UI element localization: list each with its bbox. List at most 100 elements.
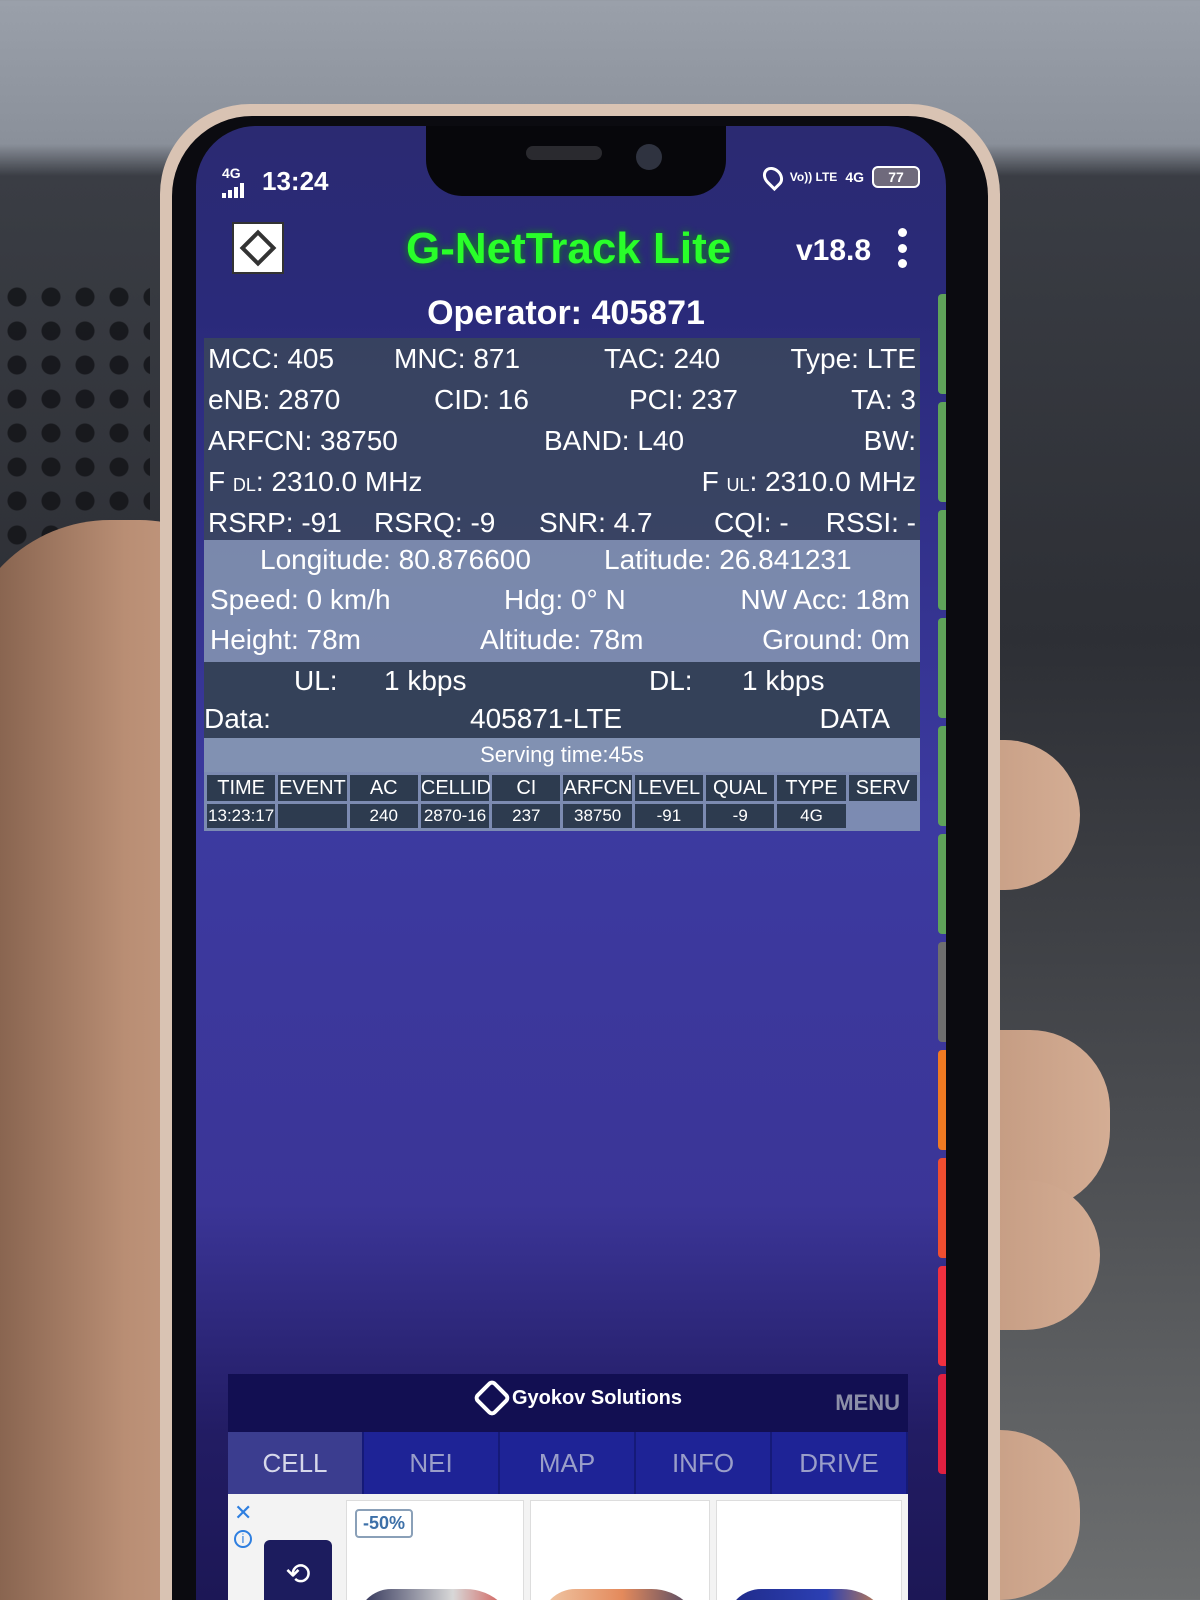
table-cell: -9	[706, 804, 775, 828]
tac: TAC: 240	[604, 343, 721, 374]
table-header-cell: SERV	[848, 775, 917, 801]
signal-meter-segment	[938, 618, 946, 718]
table-cell: -91	[634, 804, 704, 828]
table-header-cell: CI	[492, 775, 561, 801]
table-cell: 13:23:17	[207, 804, 276, 828]
cell-info-panel: MCC: 405 MNC: 871 TAC: 240 Type: LTE eNB…	[204, 338, 920, 540]
menu-button[interactable]: MENU	[835, 1390, 900, 1416]
table-cell	[849, 804, 917, 828]
pci: PCI: 237	[629, 384, 738, 415]
height: Height: 78m	[210, 624, 361, 655]
ad-product-card[interactable]: -50%	[346, 1500, 524, 1600]
signal-meter-segment	[938, 510, 946, 610]
table-header-cell: EVENT	[278, 775, 347, 801]
ad-product-card[interactable]	[530, 1500, 710, 1600]
ground: Ground: 0m	[762, 624, 910, 655]
signal-meter-segment	[938, 294, 946, 394]
cqi: CQI: -	[714, 507, 789, 538]
heading: Hdg: 0° N	[504, 584, 626, 615]
app-version: v18.8	[796, 234, 872, 267]
phone: 4G 13:24 Vo)) LTE 4G 77 G-NetTrack Lite …	[160, 104, 1000, 1600]
cell-type: Type: LTE	[790, 343, 916, 374]
enb: eNB: 2870	[208, 384, 341, 415]
uplink-value: 1 kbps	[384, 665, 467, 696]
longitude: Longitude: 80.876600	[260, 544, 531, 575]
frequency-downlink: F DL: 2310.0 MHz	[208, 466, 423, 497]
tab-map[interactable]: MAP	[500, 1432, 636, 1494]
table-cell: 38750	[563, 804, 632, 828]
table-row: 13:23:17 240 2870-16 237 38750 -91 -9 4G	[207, 804, 917, 828]
network-type: 4G	[222, 165, 241, 181]
latitude: Latitude: 26.841231	[604, 544, 852, 575]
signal-level-meter	[938, 294, 946, 1474]
signal-meter-segment	[938, 834, 946, 934]
uplink-label: UL:	[294, 665, 338, 696]
kebab-menu-icon[interactable]	[896, 228, 908, 268]
battery-icon: 77	[872, 166, 920, 188]
ta: TA: 3	[851, 384, 916, 415]
tab-cell[interactable]: CELL	[228, 1432, 364, 1494]
app-header: G-NetTrack Lite v18.8	[196, 212, 946, 286]
table-cell: 240	[349, 804, 418, 828]
table-cell: 237	[492, 804, 561, 828]
tab-drive[interactable]: DRIVE	[772, 1432, 908, 1494]
signal-meter-segment	[938, 942, 946, 1042]
arfcn: ARFCN: 38750	[208, 425, 398, 456]
discount-badge: -50%	[355, 1509, 414, 1538]
shoe-image	[541, 1589, 703, 1600]
serving-time: Serving time:45s	[204, 738, 920, 772]
app-title: G-NetTrack Lite	[406, 224, 732, 273]
ad-close-icon[interactable]: ✕	[234, 1500, 252, 1526]
data-network: 405871-LTE	[470, 703, 623, 734]
rsrp: RSRP: -91	[208, 507, 342, 538]
puma-logo-icon: ⟲	[264, 1540, 332, 1600]
brand-bar: Gyokov Solutions MENU	[228, 1374, 908, 1432]
network-accuracy: NW Acc: 18m	[740, 584, 910, 615]
tab-bar: CELL NEI MAP INFO DRIVE	[228, 1432, 908, 1494]
mcc: MCC: 405	[208, 343, 335, 374]
gyokov-logo-icon	[472, 1378, 512, 1418]
speed: Speed: 0 km/h	[210, 584, 391, 615]
mobile-data-indicator: 4G	[845, 169, 864, 185]
data-state: DATA	[819, 703, 890, 734]
table-cell	[278, 804, 347, 828]
earpiece	[526, 146, 602, 160]
ad-product-card[interactable]	[716, 1500, 902, 1600]
data-label: Data:	[204, 703, 271, 734]
signal-meter-segment	[938, 726, 946, 826]
brand-name: Gyokov Solutions	[512, 1386, 683, 1409]
table-cell: 4G	[777, 804, 846, 828]
ad-banner[interactable]: ✕ i ⟲ -50%	[228, 1494, 908, 1600]
band: BAND: L40	[544, 425, 685, 456]
ad-info-icon[interactable]: i	[234, 1530, 252, 1548]
operator: Operator: 405871	[427, 294, 705, 332]
frequency-uplink: F UL: 2310.0 MHz	[701, 466, 916, 497]
table-header-cell: LEVEL	[634, 775, 704, 801]
rsrq: RSRQ: -9	[374, 507, 496, 538]
shoe-image	[357, 1589, 517, 1600]
snr: SNR: 4.7	[539, 507, 653, 538]
status-bar: 4G 13:24 Vo)) LTE 4G 77	[222, 162, 920, 206]
gps-panel: Longitude: 80.876600 Latitude: 26.841231…	[204, 540, 920, 662]
mnc: MNC: 871	[394, 343, 521, 374]
table-header-cell: ARFCN	[563, 775, 632, 801]
altitude: Altitude: 78m	[480, 624, 644, 655]
throughput-panel: UL: 1 kbps DL: 1 kbps Data: 405871-LTE D…	[204, 662, 920, 738]
status-icons: Vo)) LTE 4G 77	[758, 162, 920, 192]
shoe-image	[727, 1589, 893, 1600]
tab-info[interactable]: INFO	[636, 1432, 772, 1494]
event-log-table: TIME EVENT AC CELLID CI ARFCN LEVEL QUAL TYPE SER…	[204, 772, 920, 831]
table-header-cell: QUAL	[706, 775, 775, 801]
rssi: RSSI: -	[825, 507, 916, 538]
app-logo-icon[interactable]	[232, 222, 284, 274]
table-header-cell: TIME	[207, 775, 276, 801]
table-header-cell: TYPE	[777, 775, 846, 801]
signal-meter-segment	[938, 1266, 946, 1366]
bandwidth: BW:	[863, 425, 916, 456]
signal-meter-segment	[938, 1374, 946, 1474]
tab-nei[interactable]: NEI	[364, 1432, 500, 1494]
signal-meter-segment	[938, 402, 946, 502]
signal-meter-segment	[938, 1158, 946, 1258]
downlink-value: 1 kbps	[742, 665, 825, 696]
phone-screen: 4G 13:24 Vo)) LTE 4G 77 G-NetTrack Lite …	[196, 126, 946, 1600]
